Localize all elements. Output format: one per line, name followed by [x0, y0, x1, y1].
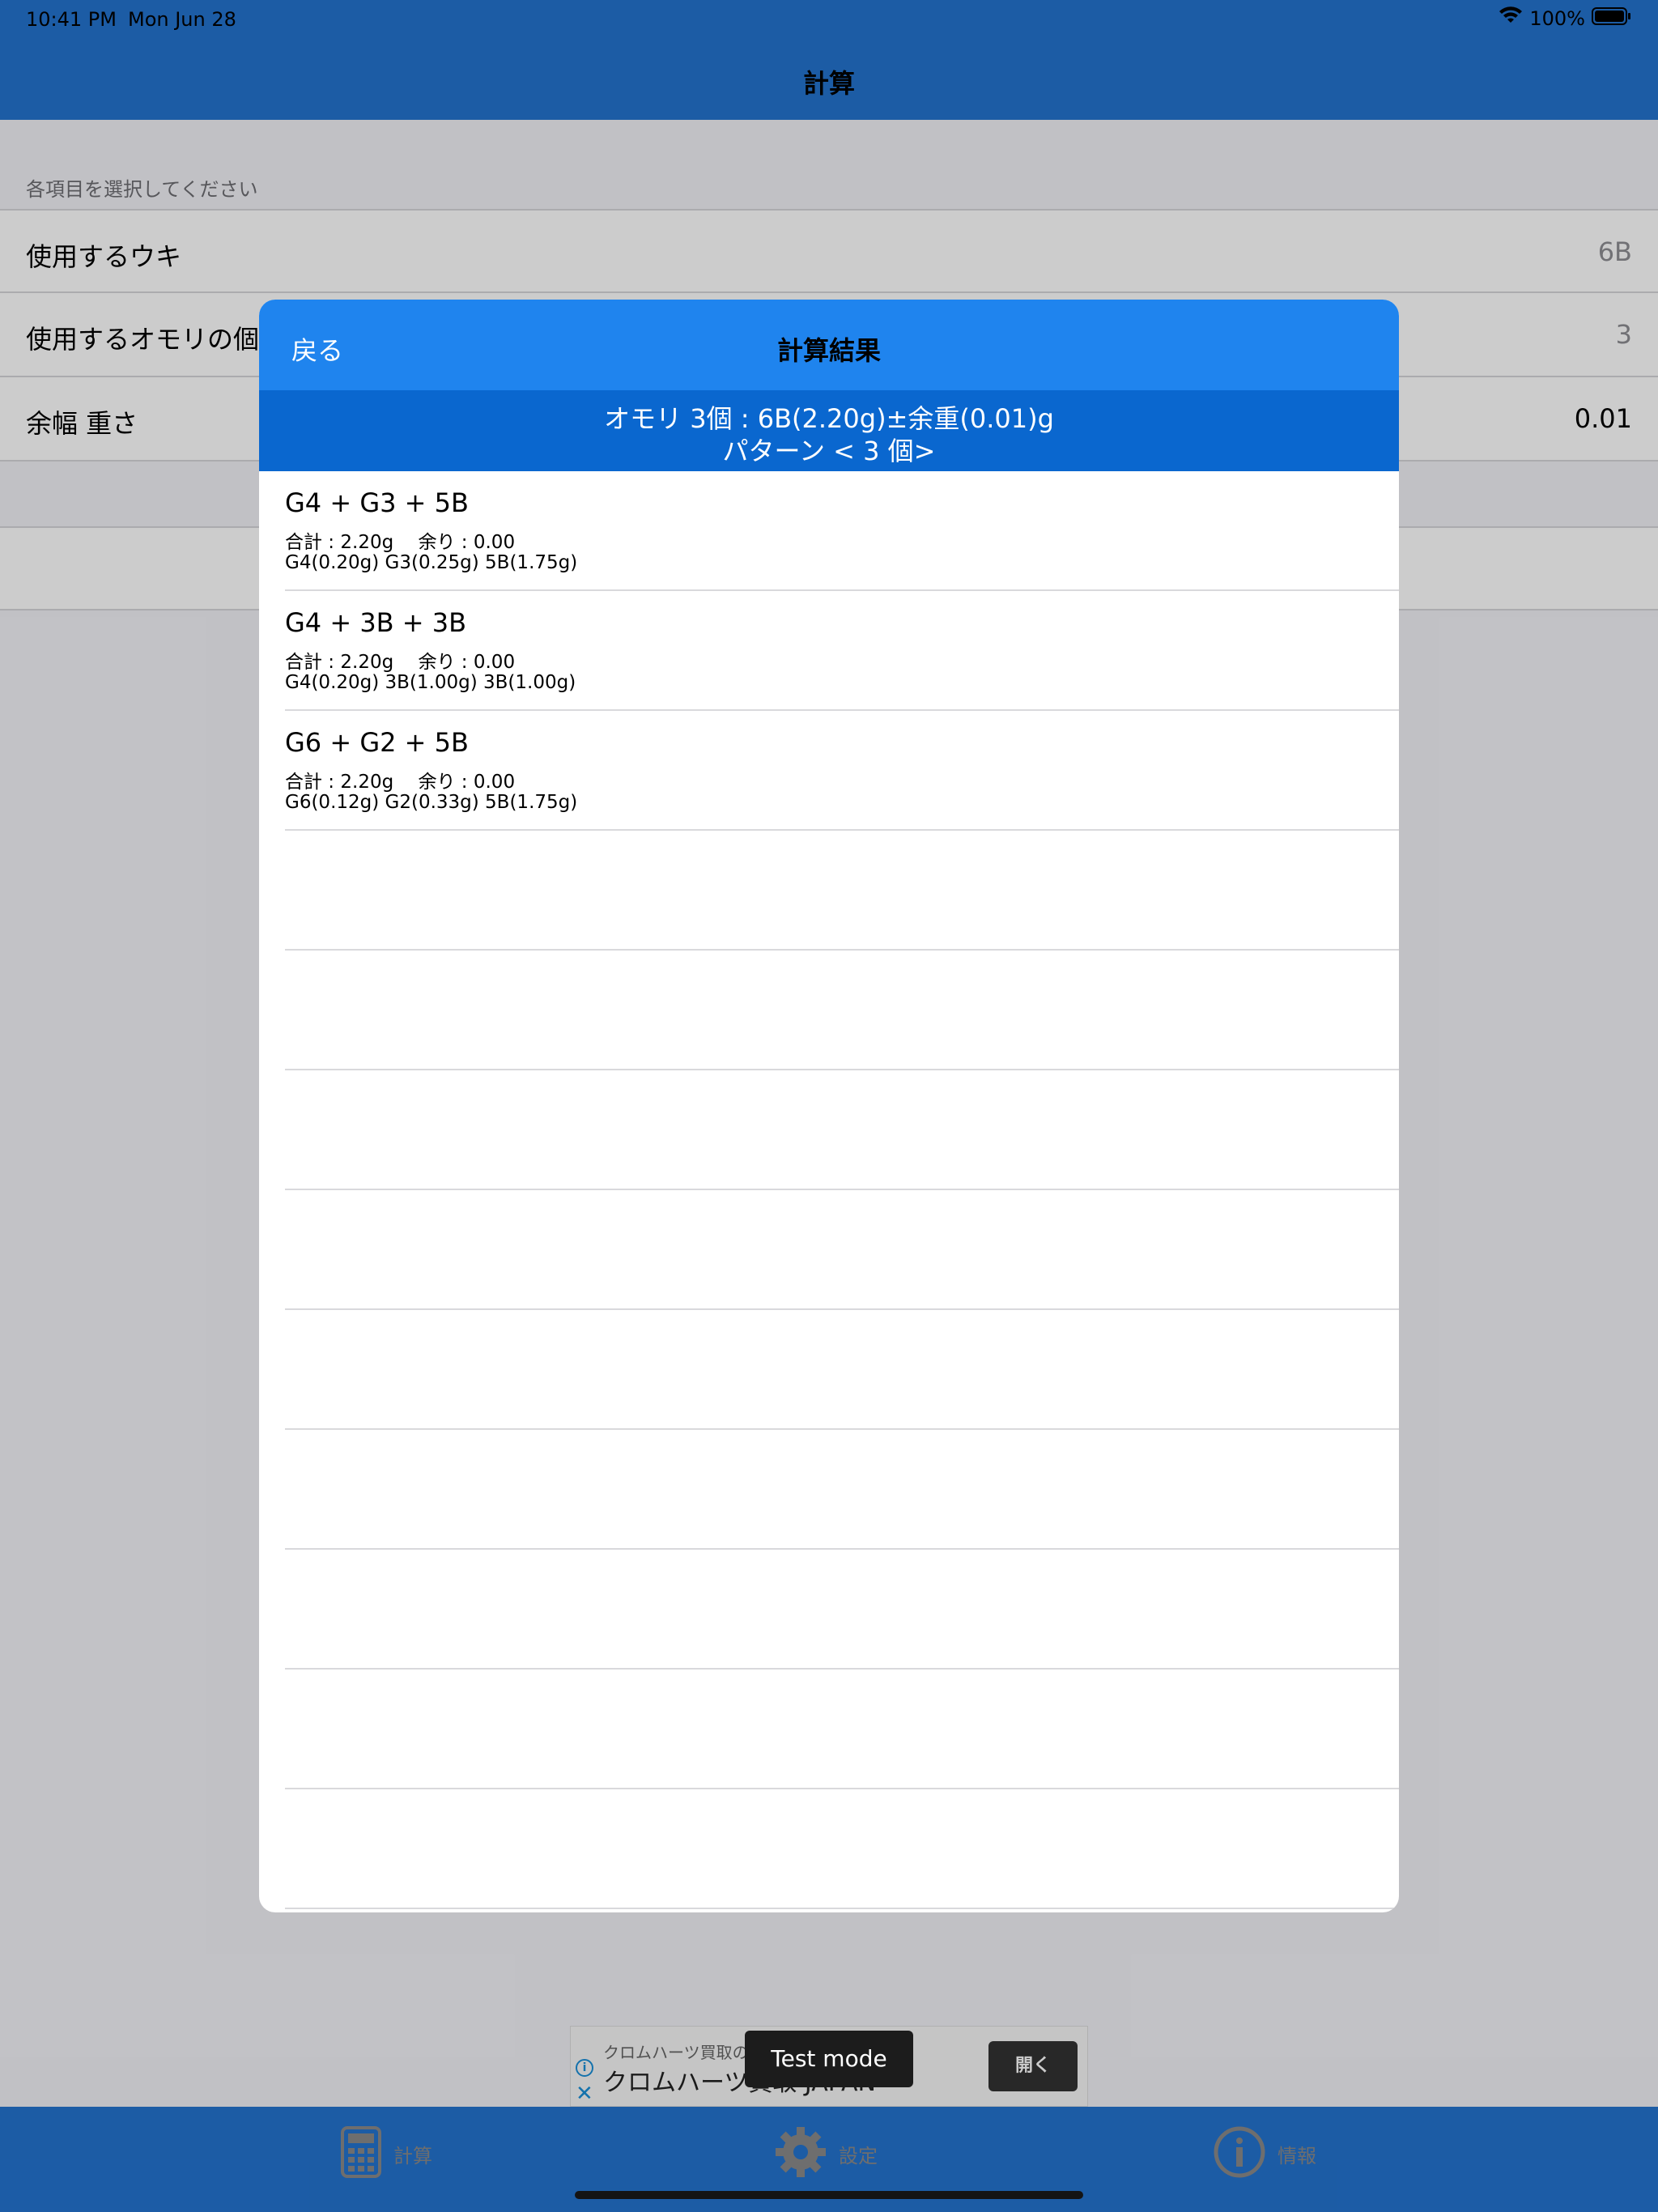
result-modal: 戻る 計算結果 オモリ 3個 : 6B(2.20g)±余重(0.01)g パター… — [259, 300, 1399, 1912]
result-row[interactable]: G4 + G3 + 5B 合計 : 2.20g 余り : 0.00 G4(0.2… — [285, 471, 1399, 591]
summary-line-2: パターン < 3 個> — [722, 436, 936, 466]
empty-row — [285, 951, 1399, 1070]
result-row[interactable]: G4 + 3B + 3B 合計 : 2.20g 余り : 0.00 G4(0.2… — [285, 591, 1399, 711]
empty-row — [285, 1789, 1399, 1909]
modal-header: 戻る 計算結果 — [259, 300, 1399, 390]
result-list: G4 + G3 + 5B 合計 : 2.20g 余り : 0.00 G4(0.2… — [259, 471, 1399, 1909]
empty-row — [285, 1550, 1399, 1670]
result-row[interactable]: G6 + G2 + 5B 合計 : 2.20g 余り : 0.00 G6(0.1… — [285, 711, 1399, 831]
result-detail: G4(0.20g) G3(0.25g) 5B(1.75g) — [285, 552, 578, 573]
result-total: 合計 : 2.20g 余り : 0.00 — [285, 532, 516, 553]
empty-row — [285, 1070, 1399, 1190]
empty-row — [285, 1310, 1399, 1430]
result-combo: G4 + G3 + 5B — [285, 487, 469, 518]
result-detail: G4(0.20g) 3B(1.00g) 3B(1.00g) — [285, 672, 576, 693]
result-summary: オモリ 3個 : 6B(2.20g)±余重(0.01)g パターン < 3 個> — [259, 390, 1399, 471]
result-combo: G6 + G2 + 5B — [285, 727, 469, 758]
empty-row — [285, 1430, 1399, 1550]
test-mode-badge: Test mode — [745, 2031, 913, 2087]
result-total: 合計 : 2.20g 余り : 0.00 — [285, 652, 516, 673]
result-detail: G6(0.12g) G2(0.33g) 5B(1.75g) — [285, 792, 578, 813]
empty-row — [285, 831, 1399, 951]
result-combo: G4 + 3B + 3B — [285, 607, 467, 638]
empty-row — [285, 1670, 1399, 1789]
result-total: 合計 : 2.20g 余り : 0.00 — [285, 772, 516, 793]
empty-row — [285, 1190, 1399, 1310]
modal-title: 計算結果 — [776, 335, 881, 366]
